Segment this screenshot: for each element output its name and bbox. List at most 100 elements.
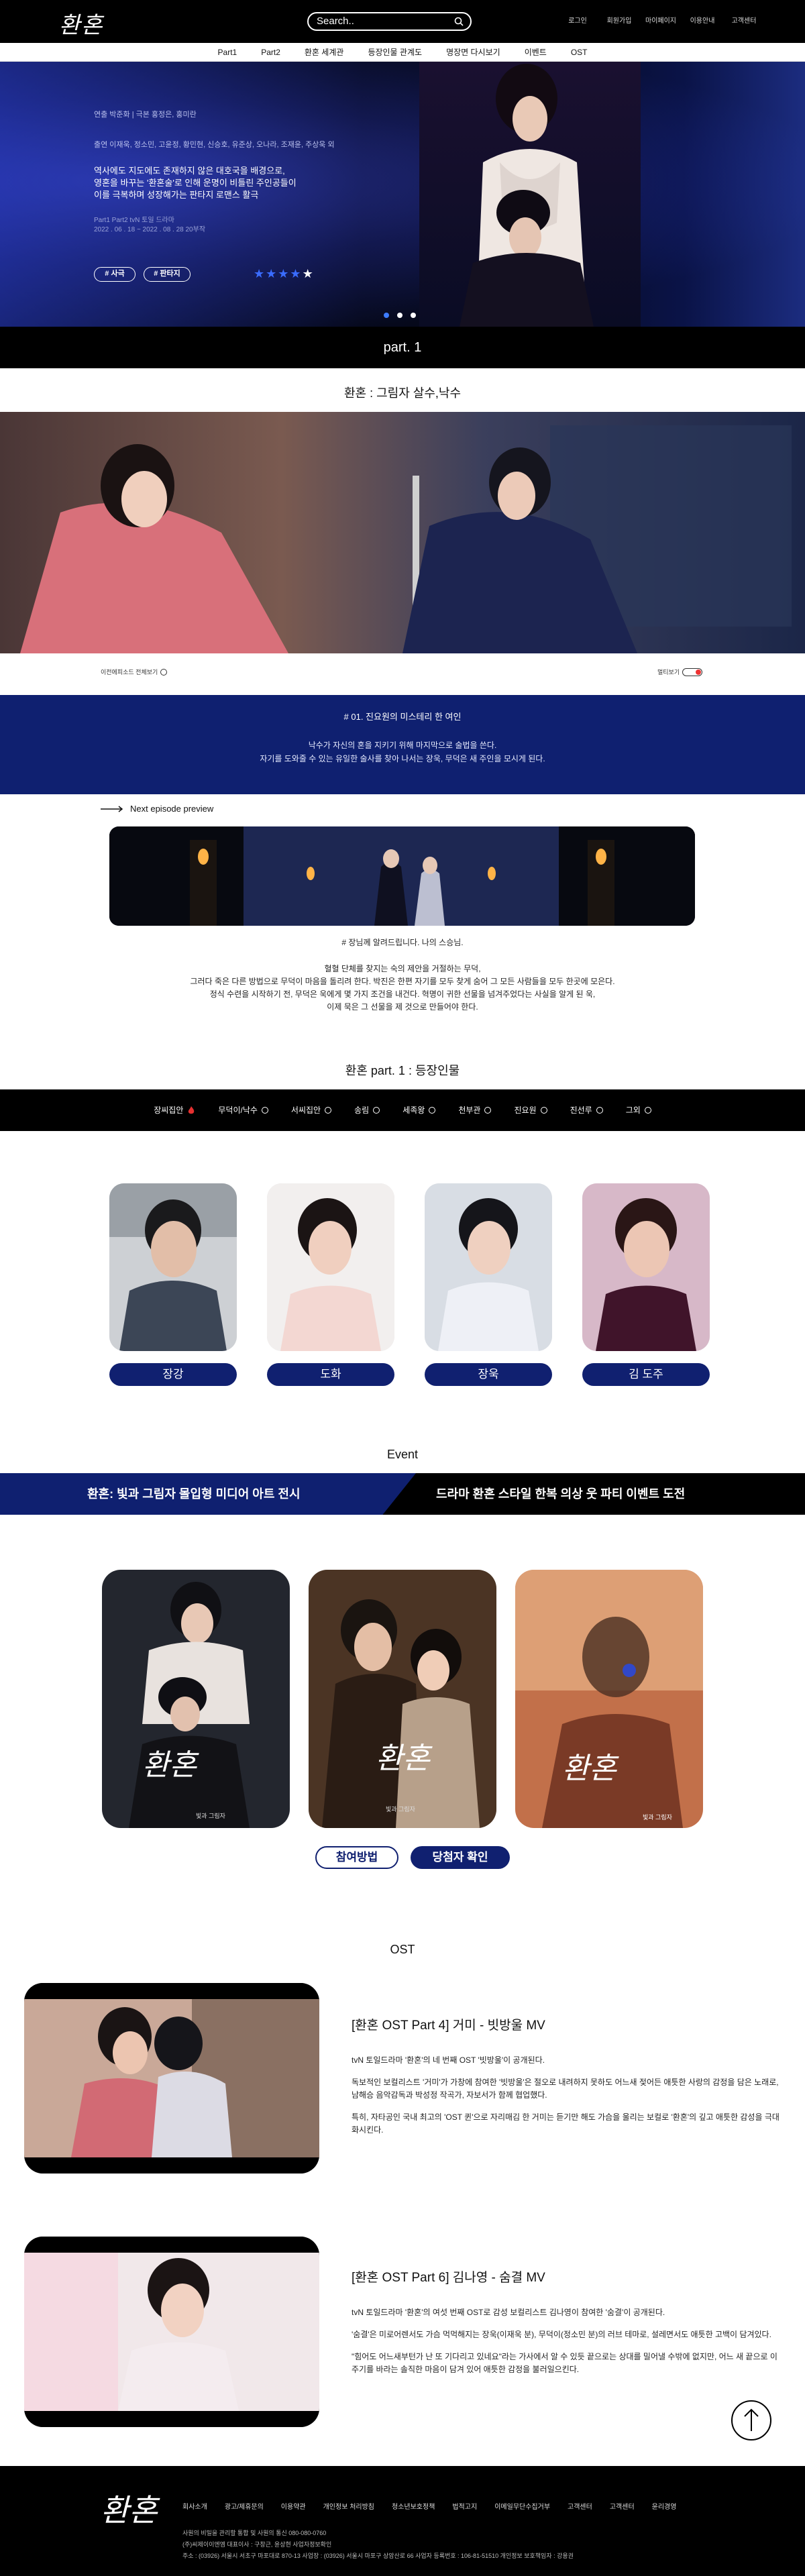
hero-cast: 출연 이재욱, 정소민, 고윤정, 황민현, 신승호, 유준상, 오나라, 조재… bbox=[94, 141, 335, 149]
multi-view-control[interactable]: 멀티보기 bbox=[657, 667, 703, 676]
tab-jinseonru[interactable]: 진선루 bbox=[570, 1089, 603, 1131]
footer-link[interactable]: 고객센터 bbox=[568, 2501, 592, 2511]
tab-jang-family[interactable]: 장씨집안 bbox=[154, 1089, 195, 1131]
tab-royal[interactable]: 세족왕 bbox=[402, 1089, 436, 1131]
arrow-up-icon bbox=[744, 2408, 759, 2431]
top-nav-item[interactable]: 이용안내 bbox=[682, 15, 723, 25]
footer-link[interactable]: 청소년보호정책 bbox=[392, 2501, 435, 2511]
next-episode-preview-image[interactable] bbox=[109, 826, 695, 926]
event-poster[interactable]: 환혼 빛과 그림자 bbox=[309, 1570, 496, 1828]
tab-label: 무덕이/낙수 bbox=[218, 1106, 258, 1115]
ost-paragraph: "힘어도 어느새부턴가 난 또 기다리고 있네요"라는 가사에서 알 수 있듯 … bbox=[352, 2352, 777, 2374]
character-photo[interactable] bbox=[109, 1183, 237, 1351]
footer-link[interactable]: 윤리경영 bbox=[652, 2501, 677, 2511]
tab-jinyowon[interactable]: 진요원 bbox=[514, 1089, 547, 1131]
character-name-button[interactable]: 장욱 bbox=[425, 1363, 552, 1386]
tab-mudeok[interactable]: 무덕이/낙수 bbox=[218, 1089, 268, 1131]
episode-nav-control[interactable]: 이전에피소드 전체보기 bbox=[101, 667, 168, 676]
tag-historical[interactable]: # 사극 bbox=[94, 267, 136, 282]
circle-icon bbox=[540, 1107, 547, 1114]
top-nav-item[interactable]: 고객센터 bbox=[723, 15, 765, 25]
character-photo[interactable] bbox=[267, 1183, 394, 1351]
character-name-button[interactable]: 도화 bbox=[267, 1363, 394, 1386]
episode-summary-line: 자기를 도와줄 수 있는 유일한 술사를 찾아 나서는 장욱, 무덕은 새 주인… bbox=[260, 754, 545, 763]
top-nav-item[interactable]: 로그인 bbox=[557, 15, 598, 25]
scroll-top-button[interactable] bbox=[731, 2400, 771, 2440]
tab-label: 진선루 bbox=[570, 1106, 592, 1115]
tab-songrim[interactable]: 송림 bbox=[354, 1089, 380, 1131]
poster-art bbox=[102, 1570, 290, 1828]
poster-logo: 환혼 bbox=[142, 1748, 197, 1782]
multi-view-label: 멀티보기 bbox=[657, 669, 680, 676]
menu-event[interactable]: 이벤트 bbox=[525, 43, 547, 61]
tag-fantasy[interactable]: # 판타지 bbox=[144, 267, 191, 282]
footer-link[interactable]: 광고/제휴문의 bbox=[225, 2501, 264, 2511]
synopsis-caption: # 장님께 알려드립니다. 나의 스승님. bbox=[341, 938, 464, 947]
tab-others[interactable]: 그외 bbox=[626, 1089, 651, 1131]
event-exhibition-link[interactable]: 환혼: 빛과 그림자 몰입형 미디어 아트 전시 bbox=[87, 1473, 301, 1515]
tab-label: 송림 bbox=[354, 1106, 370, 1115]
top-nav-item[interactable]: 회원가입 bbox=[598, 15, 640, 25]
character-name-button[interactable]: 장강 bbox=[109, 1363, 237, 1386]
ost-video-thumbnail[interactable] bbox=[24, 2237, 319, 2427]
next-episode-link[interactable]: Next episode preview bbox=[101, 804, 213, 814]
search-icon[interactable] bbox=[454, 17, 464, 26]
tab-label: 서씨집안 bbox=[290, 1106, 321, 1115]
footer: 환혼 회사소개 광고/제휴문의 이용약관 개인정보 처리방침 청소년보호정책 법… bbox=[0, 2466, 805, 2576]
character-name-button[interactable]: 김 도주 bbox=[582, 1363, 710, 1386]
footer-logo[interactable]: 환혼 bbox=[101, 2486, 158, 2530]
footer-link[interactable]: 법적고지 bbox=[452, 2501, 477, 2511]
top-nav-item[interactable]: 마이페이지 bbox=[640, 15, 682, 25]
menu-part1[interactable]: Part1 bbox=[218, 43, 237, 61]
footer-company-info: 사원의 비밀을 관리할 통합 및 사원의 통신 080-080-0760 (주)… bbox=[182, 2528, 773, 2562]
toggle-circle-icon[interactable] bbox=[160, 668, 168, 676]
episode-nav-label: 이전에피소드 전체보기 bbox=[101, 669, 158, 676]
poster-art bbox=[515, 1570, 703, 1828]
tab-label: 천부관 bbox=[458, 1106, 481, 1115]
footer-info-line: 사원의 비밀을 관리할 통합 및 사원의 통신 080-080-0760 bbox=[182, 2530, 327, 2536]
winner-check-button[interactable]: 당첨자 확인 bbox=[411, 1846, 510, 1869]
footer-link[interactable]: 이용약관 bbox=[281, 2501, 306, 2511]
menu-part2[interactable]: Part2 bbox=[261, 43, 280, 61]
footer-link[interactable]: 회사소개 bbox=[182, 2501, 207, 2511]
carousel-dot[interactable] bbox=[397, 313, 402, 318]
hero-credit: 연출 박준화 | 극본 홍정은, 홍미란 bbox=[94, 111, 197, 119]
ost-item-title[interactable]: [환혼 OST Part 4] 거미 - 빗방울 MV bbox=[352, 2015, 545, 2033]
site-logo[interactable]: 환혼 bbox=[59, 7, 104, 40]
event-poster[interactable]: 환혼 빛과 그림자 bbox=[102, 1570, 290, 1828]
ost-mv-image bbox=[24, 2237, 319, 2427]
event-party-link[interactable]: 드라마 환혼 스타일 한복 의상 웃 파티 이벤트 도전 bbox=[436, 1473, 685, 1515]
ost-item-description: tvN 토일드라마 '환혼'의 여섯 번째 OST로 감성 보컬리스트 김나영이… bbox=[352, 2306, 781, 2385]
menu-relations[interactable]: 등장인물 관계도 bbox=[368, 43, 422, 61]
footer-info-line: (주)씨제이이엔엠 대표이사 : 구창근, 윤상현 사업자정보확인 bbox=[182, 2541, 332, 2548]
episode-summary: # 01. 진요원의 미스테리 한 여인 낙수가 자신의 혼을 지키기 위해 마… bbox=[0, 695, 805, 794]
carousel-dot[interactable] bbox=[411, 313, 416, 318]
menu-world[interactable]: 환혼 세계관 bbox=[305, 43, 344, 61]
tab-cheonbugwan[interactable]: 천부관 bbox=[458, 1089, 492, 1131]
hero-banner: 연출 박준화 | 극본 홍정은, 홍미란 출연 이재욱, 정소민, 고윤정, 황… bbox=[0, 62, 805, 327]
star-icon: ★ bbox=[254, 267, 266, 280]
multi-view-toggle[interactable] bbox=[682, 667, 703, 676]
hero-desc-line: 역사에도 지도에도 존재하지 않은 대호국을 배경으로, bbox=[94, 166, 285, 176]
search-input[interactable]: Search.. bbox=[307, 12, 472, 31]
circle-icon bbox=[373, 1107, 380, 1114]
episode-summary-body: 낙수가 자신의 혼을 지키기 위해 마지막으로 술법을 쓴다. 자기를 도와줄 … bbox=[0, 739, 805, 765]
menu-scenes[interactable]: 명장면 다시보기 bbox=[446, 43, 500, 61]
event-poster[interactable]: 환혼 빛과 그림자 bbox=[515, 1570, 703, 1828]
poster-subtitle: 빛과 그림자 bbox=[386, 1806, 415, 1813]
ost-item-title[interactable]: [환혼 OST Part 6] 김나영 - 숨결 MV bbox=[352, 2267, 545, 2286]
participation-button[interactable]: 참여방법 bbox=[315, 1846, 398, 1869]
menu-ost[interactable]: OST bbox=[571, 43, 588, 61]
character-photo[interactable] bbox=[582, 1183, 710, 1351]
episode-summary-line: 낙수가 자신의 혼을 지키기 위해 마지막으로 술법을 쓴다. bbox=[308, 741, 497, 750]
main-menu: Part1 Part2 환혼 세계관 등장인물 관계도 명장면 다시보기 이벤트… bbox=[0, 43, 805, 62]
ost-video-thumbnail[interactable] bbox=[24, 1983, 319, 2174]
carousel-dot-active[interactable] bbox=[384, 313, 389, 318]
footer-link[interactable]: 개인정보 처리방침 bbox=[323, 2501, 374, 2511]
tab-seo-family[interactable]: 서씨집안 bbox=[290, 1089, 332, 1131]
character-photo[interactable] bbox=[425, 1183, 552, 1351]
footer-link[interactable]: 이메일무단수집거부 bbox=[494, 2501, 550, 2511]
hero-text: 연출 박준화 | 극본 홍정은, 홍미란 출연 이재욱, 정소민, 고윤정, 황… bbox=[94, 109, 362, 235]
footer-link[interactable]: 고객센터 bbox=[610, 2501, 635, 2511]
footer-info-line: 주소 : (03926) 서울시 서초구 마포대로 870-13 사업장 : (… bbox=[182, 2553, 574, 2559]
